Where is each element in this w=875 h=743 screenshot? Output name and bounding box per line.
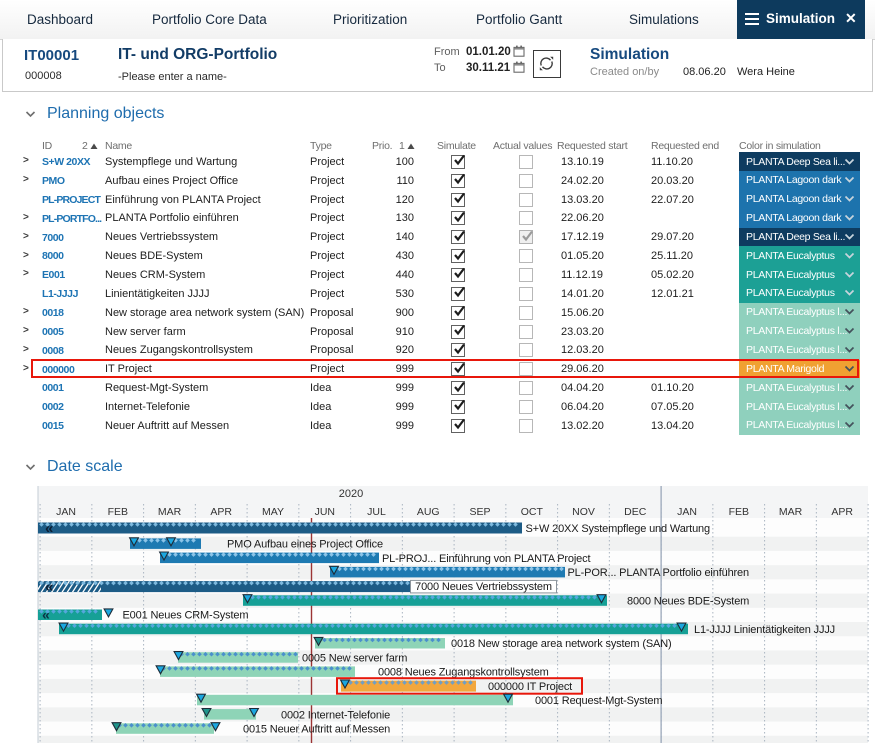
svg-text:JUL: JUL (367, 506, 386, 518)
svg-text:0002 Internet-Telefonie: 0002 Internet-Telefonie (281, 709, 390, 721)
svg-text:JAN: JAN (56, 506, 76, 518)
svg-text:DEC: DEC (624, 506, 647, 518)
svg-text:MAR: MAR (158, 506, 182, 518)
svg-text:7000 Neues Vertriebssystem: 7000 Neues Vertriebssystem (415, 581, 552, 593)
svg-text:8000 Neues BDE-System: 8000 Neues BDE-System (627, 596, 749, 608)
svg-text:FEB: FEB (729, 506, 749, 518)
svg-text:0015 Neuer Auftritt auf Messen: 0015 Neuer Auftritt auf Messen (243, 724, 390, 736)
svg-text:NOV: NOV (572, 506, 595, 518)
svg-text:OCT: OCT (521, 506, 544, 518)
svg-text:0001 Request-Mgt-System: 0001 Request-Mgt-System (535, 695, 662, 707)
svg-text:0005 New server farm: 0005 New server farm (302, 652, 407, 664)
svg-text:PL-PROJ... Einführung von PLAN: PL-PROJ... Einführung von PLANTA Project (382, 553, 590, 565)
svg-text:S+W 20XX Systempflege und Wart: S+W 20XX Systempflege und Wartung (526, 523, 711, 535)
svg-text:E001 Neues CRM-System: E001 Neues CRM-System (123, 610, 249, 622)
svg-text:«: « (45, 520, 53, 537)
svg-text:PMO Aufbau eines Project Offic: PMO Aufbau eines Project Office (227, 539, 383, 551)
svg-text:«: « (45, 579, 53, 596)
svg-text:SEP: SEP (469, 506, 490, 518)
svg-text:JUN: JUN (315, 506, 335, 518)
svg-text:PL-POR... PLANTA Portfolio ein: PL-POR... PLANTA Portfolio einführen (568, 567, 750, 579)
svg-text:0008 Neues Zugangskontrollsyst: 0008 Neues Zugangskontrollsystem (378, 667, 549, 679)
svg-text:0018 New storage area network: 0018 New storage area network system (SA… (451, 638, 672, 650)
svg-text:L1-JJJJ Linientätigkeiten JJJJ: L1-JJJJ Linientätigkeiten JJJJ (694, 624, 835, 636)
svg-text:APR: APR (831, 506, 853, 518)
svg-text:MAY: MAY (262, 506, 284, 518)
svg-text:JAN: JAN (677, 506, 697, 518)
svg-text:APR: APR (210, 506, 232, 518)
svg-text:«: « (42, 607, 50, 623)
svg-text:AUG: AUG (417, 506, 440, 518)
svg-text:FEB: FEB (108, 506, 128, 518)
svg-text:000000 IT Project: 000000 IT Project (488, 681, 572, 693)
svg-text:2020: 2020 (339, 488, 363, 500)
svg-text:MAR: MAR (779, 506, 803, 518)
